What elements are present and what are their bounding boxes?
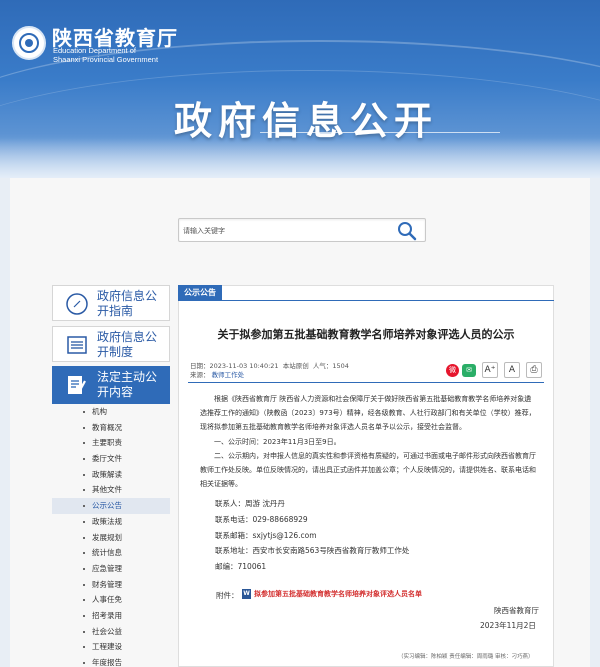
sidebar-card-label: 政府信息公开制度 (97, 330, 158, 359)
site-logo[interactable] (12, 26, 46, 60)
sidebar-item[interactable]: 社会公益 (52, 624, 170, 640)
sidebar-item[interactable]: 发展规划 (52, 530, 170, 546)
compass-icon (66, 293, 88, 315)
sidebar-card-system[interactable]: 政府信息公开制度 (52, 326, 170, 362)
weibo-share-icon[interactable]: 微 (446, 364, 459, 377)
meta-from-label: 来源： (190, 371, 210, 379)
list-icon (67, 336, 87, 354)
sidebar-item[interactable]: 政策解读 (52, 467, 170, 483)
sidebar-item[interactable]: 工程建设 (52, 639, 170, 655)
sidebar-item[interactable]: 统计信息 (52, 545, 170, 561)
title-underline (260, 132, 500, 133)
sign-date: 2023年11月2日 (480, 621, 536, 630)
font-normal-button[interactable]: A (504, 362, 520, 378)
sidebar-item[interactable]: 应急管理 (52, 561, 170, 577)
word-doc-icon: W (242, 589, 251, 599)
paragraph: 一、公示时间：2023年11月3日至9日。 (214, 437, 341, 446)
sidebar-item[interactable]: 机构 (52, 404, 170, 420)
sidebar-item[interactable]: 年度报告 (52, 655, 170, 667)
editors-credit: （实习编辑：陈柏颖 责任编辑：周雨璐 审核：刁巧燕） (398, 654, 534, 660)
sidebar-item[interactable]: 财务管理 (52, 577, 170, 593)
sidebar-card-label: 政府信息公开指南 (97, 289, 158, 318)
sidebar-item-active[interactable]: 公示公告 (52, 498, 170, 514)
section-tag: 公示公告 (178, 285, 222, 301)
sidebar-card-label: 法定主动公开内容 (97, 370, 158, 399)
sidebar-menu: 机构 教育概况 主要职责 委厅文件 政策解读 其他文件 公示公告 政策法规 发展… (52, 404, 170, 667)
meta-source: 本站原创 (282, 362, 309, 370)
contact-postcode: 邮编：710061 (215, 562, 267, 571)
search-input[interactable]: 请输入关键字 (183, 226, 225, 236)
article-meta: 日期：2023-11-03 10:40:21 本站原创 人气：1504 来源： … (190, 362, 349, 380)
site-name-en: Shaanxi Provincial Government (53, 55, 159, 64)
page-title: 政府信息公开 (174, 99, 439, 143)
section-divider (178, 300, 554, 301)
contact-address: 联系地址：西安市长安南路563号陕西省教育厅教师工作处 (215, 546, 410, 555)
sidebar-card-guide[interactable]: 政府信息公开指南 (52, 285, 170, 321)
paragraph: 二、公示期内，对申报人信息的真实性和参评资格有质疑的，可通过书面或电子邮件形式向… (200, 451, 536, 489)
print-icon[interactable]: ⎙ (526, 362, 542, 378)
meta-views: 人气：1504 (312, 362, 349, 370)
document-pen-icon (68, 376, 86, 394)
meta-divider (188, 382, 544, 383)
logo-center (25, 39, 33, 47)
font-larger-button[interactable]: A⁺ (482, 362, 498, 378)
meta-from-link[interactable]: 教师工作处 (212, 371, 245, 379)
meta-date: 日期：2023-11-03 10:40:21 (190, 362, 279, 370)
article-body: 根据《陕西省教育厅 陕西省人力资源和社会保障厅关于做好陕西省第五批基础教育教学名… (200, 392, 538, 491)
attachment-label: 附件： (216, 591, 239, 600)
sidebar-item[interactable]: 政策法规 (52, 514, 170, 530)
paragraph: 根据《陕西省教育厅 陕西省人力资源和社会保障厅关于做好陕西省第五批基础教育教学名… (200, 395, 536, 432)
wechat-share-icon[interactable]: ✉ (462, 364, 476, 377)
attachment-link[interactable]: 拟参加第五批基础教育教学名师培养对象评选人员名单 (254, 589, 422, 599)
sidebar-item[interactable]: 其他文件 (52, 482, 170, 498)
signature: 陕西省教育厅 (494, 606, 539, 615)
sidebar-card-content[interactable]: 法定主动公开内容 (52, 366, 170, 404)
contact-phone: 联系电话：029-88668929 (215, 515, 308, 524)
sidebar-item[interactable]: 人事任免 (52, 592, 170, 608)
site-name-en: Education Department of (53, 46, 136, 55)
search-icon[interactable] (397, 221, 417, 241)
contact-email: 联系邮箱：sxjytjs@126.com (215, 531, 317, 540)
sidebar-item[interactable]: 主要职责 (52, 435, 170, 451)
sidebar-item[interactable]: 教育概况 (52, 420, 170, 436)
contact-person: 联系人：周游 沈丹丹 (215, 499, 285, 508)
article-title: 关于拟参加第五批基础教育教学名师培养对象评选人员的公示 (217, 328, 515, 341)
sidebar-item[interactable]: 委厅文件 (52, 451, 170, 467)
search-box[interactable]: 请输入关键字 (178, 218, 426, 242)
sidebar-item[interactable]: 招考录用 (52, 608, 170, 624)
